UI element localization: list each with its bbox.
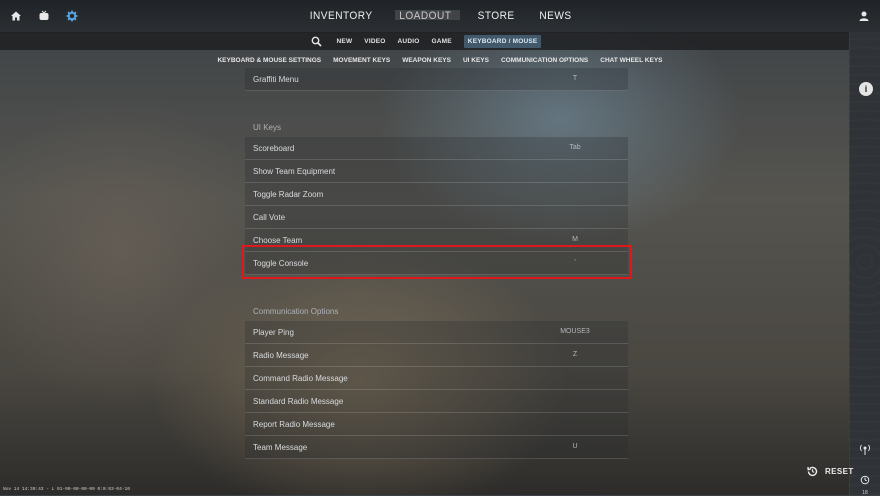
category-bar: KEYBOARD & MOUSE SETTINGS MOVEMENT KEYS … bbox=[0, 52, 880, 68]
reset-label: RESET bbox=[825, 467, 854, 476]
subnav-video[interactable]: VIDEO bbox=[364, 38, 385, 45]
keybind-label: Player Ping bbox=[253, 328, 294, 337]
category-communication-options[interactable]: COMMUNICATION OPTIONS bbox=[501, 57, 588, 64]
reset-button[interactable]: RESET bbox=[806, 465, 854, 478]
subnav-new[interactable]: NEW bbox=[337, 38, 353, 45]
history-badge[interactable]: 18 bbox=[858, 472, 872, 496]
keybind-value[interactable]: M bbox=[545, 236, 605, 243]
keybind-label: Standard Radio Message bbox=[253, 397, 344, 406]
section-heading: Communication Options bbox=[253, 307, 339, 316]
section-heading: UI Keys bbox=[253, 123, 282, 132]
keybind-value[interactable]: MOUSE3 bbox=[545, 328, 605, 335]
info-icon[interactable]: i bbox=[859, 82, 873, 96]
obscured-region bbox=[395, 10, 460, 20]
search-icon[interactable] bbox=[309, 33, 325, 49]
keybind-label: Radio Message bbox=[253, 351, 309, 360]
keybind-value[interactable]: U bbox=[545, 443, 605, 450]
keybind-value[interactable]: Tab bbox=[545, 144, 605, 151]
subnav-game[interactable]: GAME bbox=[431, 38, 451, 45]
keybind-label: Team Message bbox=[253, 443, 308, 452]
category-chat-wheel-keys[interactable]: CHAT WHEEL KEYS bbox=[600, 57, 662, 64]
keybind-row[interactable]: Show Team Equipment bbox=[245, 160, 628, 183]
keybind-row[interactable]: Standard Radio Message bbox=[245, 390, 628, 413]
history-count: 18 bbox=[862, 490, 868, 496]
section-title-ui-keys: UI Keys bbox=[245, 115, 629, 137]
keybind-label: Choose Team bbox=[253, 236, 303, 245]
profile-icon[interactable] bbox=[856, 8, 872, 24]
keybind-row[interactable]: Player Ping MOUSE3 bbox=[245, 321, 628, 344]
right-side-panel bbox=[849, 32, 880, 495]
keybind-row[interactable]: Toggle Radar Zoom bbox=[245, 183, 628, 206]
keybind-label: Scoreboard bbox=[253, 144, 295, 153]
keybind-value[interactable]: T bbox=[545, 75, 605, 82]
category-movement-keys[interactable]: MOVEMENT KEYS bbox=[333, 57, 390, 64]
keybind-label: Call Vote bbox=[253, 213, 286, 222]
keybind-label: Command Radio Message bbox=[253, 374, 348, 383]
category-ui-keys[interactable]: UI KEYS bbox=[463, 57, 489, 64]
status-text: Nov 14 14:30:43 - L 01-00-00-00-00 0:0:0… bbox=[3, 487, 130, 492]
settings-subnav: NEW VIDEO AUDIO GAME KEYBOARD / MOUSE bbox=[0, 32, 850, 50]
category-keyboard-mouse-settings[interactable]: KEYBOARD & MOUSE SETTINGS bbox=[217, 57, 321, 64]
keybind-row[interactable]: Call Vote bbox=[245, 206, 628, 229]
keybind-label: Toggle Radar Zoom bbox=[253, 190, 324, 199]
keybind-row[interactable]: Radio Message Z bbox=[245, 344, 628, 367]
keybind-label: Graffiti Menu bbox=[253, 75, 299, 84]
keybind-row[interactable]: Scoreboard Tab bbox=[245, 137, 628, 160]
category-weapon-keys[interactable]: WEAPON KEYS bbox=[402, 57, 451, 64]
section-title-communication-options: Communication Options bbox=[245, 299, 629, 321]
keybind-row-graffiti-menu[interactable]: Graffiti Menu T bbox=[245, 68, 628, 91]
top-nav-bar: INVENTORY LOADOUT STORE NEWS bbox=[0, 0, 880, 33]
subnav-keyboard-mouse[interactable]: KEYBOARD / MOUSE bbox=[463, 34, 542, 48]
reset-icon bbox=[807, 466, 818, 477]
highlight-box bbox=[242, 245, 632, 279]
signal-icon[interactable] bbox=[858, 442, 872, 456]
keybind-row[interactable]: Command Radio Message bbox=[245, 367, 628, 390]
keybind-row[interactable]: Team Message U bbox=[245, 436, 628, 459]
keybind-row[interactable]: Report Radio Message bbox=[245, 413, 628, 436]
nav-inventory[interactable]: INVENTORY bbox=[310, 10, 373, 22]
history-icon bbox=[860, 475, 870, 485]
keybind-label: Report Radio Message bbox=[253, 420, 335, 429]
nav-news[interactable]: NEWS bbox=[539, 10, 571, 22]
subnav-audio[interactable]: AUDIO bbox=[398, 38, 420, 45]
keybind-label: Show Team Equipment bbox=[253, 167, 336, 176]
keybind-value[interactable]: Z bbox=[545, 351, 605, 358]
nav-store[interactable]: STORE bbox=[477, 10, 514, 22]
